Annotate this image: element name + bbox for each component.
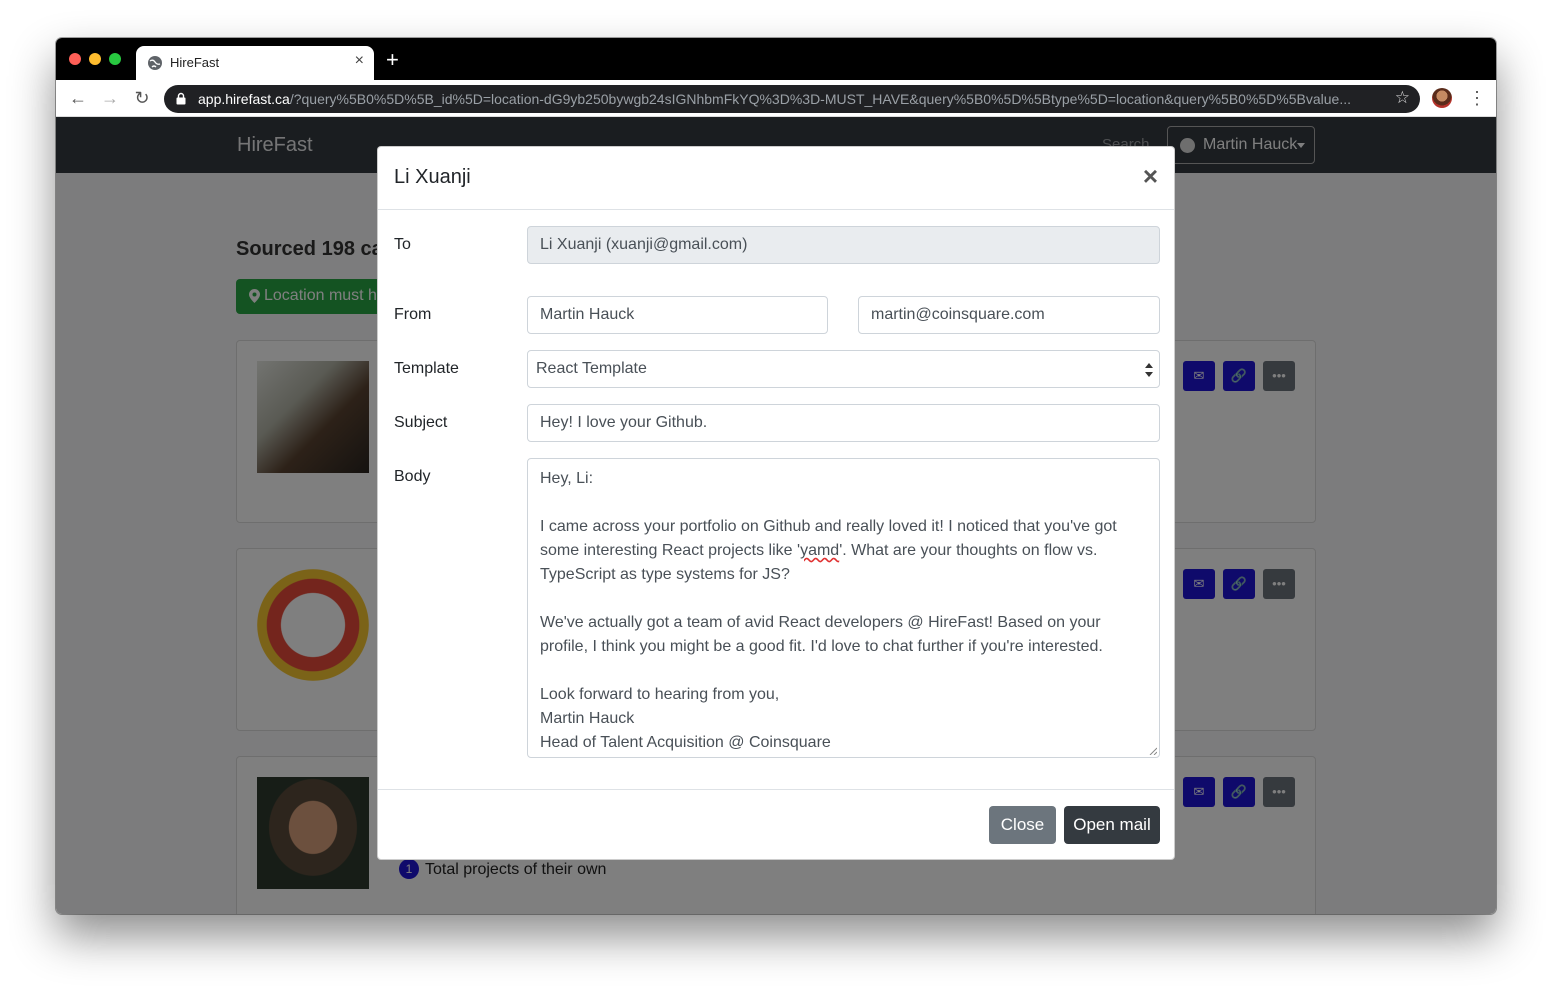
template-selected-value: React Template	[536, 360, 647, 377]
close-icon[interactable]: ×	[1143, 161, 1158, 192]
body-paragraph-2: We've actually got a team of avid React …	[540, 614, 1106, 655]
from-label: From	[394, 306, 432, 323]
browser-toolbar: ← → ↻ app.hirefast.ca/?query%5B0%5D%5B_i…	[56, 80, 1496, 117]
to-field: Li Xuanji (xuanji@gmail.com)	[527, 226, 1160, 264]
body-textarea[interactable]: Hey, Li: I came across your portfolio on…	[527, 458, 1160, 758]
subject-label: Subject	[394, 414, 448, 431]
subject-field[interactable]: Hey! I love your Github.	[527, 404, 1160, 442]
minimize-window-button[interactable]	[89, 53, 101, 65]
select-arrows-icon	[1145, 363, 1153, 377]
close-button[interactable]: Close	[989, 806, 1056, 844]
close-window-button[interactable]	[69, 53, 81, 65]
template-select[interactable]: React Template	[527, 350, 1160, 388]
resize-grip-icon[interactable]	[1149, 747, 1157, 755]
lock-icon	[176, 92, 186, 105]
url-text: app.hirefast.ca/?query%5B0%5D%5B_id%5D=l…	[198, 91, 1378, 107]
address-bar[interactable]: app.hirefast.ca/?query%5B0%5D%5B_id%5D=l…	[164, 85, 1420, 113]
globe-icon	[148, 56, 162, 70]
modal-footer: Close Open mail	[378, 789, 1174, 859]
misspelled-word: yamd	[800, 542, 840, 559]
body-signoff: Look forward to hearing from you,	[540, 686, 780, 703]
tab-close-icon[interactable]: ×	[355, 52, 364, 70]
email-modal: Li Xuanji × To Li Xuanji (xuanji@gmail.c…	[377, 146, 1175, 860]
new-tab-button[interactable]: +	[386, 49, 399, 71]
body-signature-name: Martin Hauck	[540, 710, 635, 727]
body-signature-title: Head of Talent Acquisition @ Coinsquare	[540, 734, 831, 751]
browser-window: HireFast × + ← → ↻ app.hirefast.ca/?quer…	[56, 38, 1496, 914]
open-mail-button[interactable]: Open mail	[1064, 806, 1160, 844]
body-paragraph-1: I came across your portfolio on Github a…	[540, 518, 1121, 583]
template-label: Template	[394, 360, 459, 377]
to-label: To	[394, 236, 411, 253]
url-query: /?query%5B0%5D%5B_id%5D=location-dG9yb25…	[289, 91, 1352, 107]
forward-arrow-icon[interactable]: →	[100, 88, 120, 108]
bookmark-star-icon[interactable]: ☆	[1395, 88, 1410, 108]
from-name-field[interactable]: Martin Hauck	[527, 296, 828, 334]
tab-title: HireFast	[170, 55, 220, 70]
browser-tab[interactable]: HireFast ×	[136, 46, 374, 80]
tab-strip: HireFast × +	[56, 38, 1496, 80]
modal-header: Li Xuanji ×	[378, 147, 1174, 210]
maximize-window-button[interactable]	[109, 53, 121, 65]
modal-title: Li Xuanji	[394, 166, 471, 188]
body-greeting: Hey, Li:	[540, 470, 594, 487]
profile-avatar[interactable]	[1432, 88, 1452, 108]
reload-icon[interactable]: ↻	[132, 88, 152, 108]
from-email-field[interactable]: martin@coinsquare.com	[858, 296, 1160, 334]
url-host: app.hirefast.ca	[198, 91, 290, 107]
browser-menu-icon[interactable]: ⋮	[1468, 87, 1486, 109]
back-arrow-icon[interactable]: ←	[68, 88, 88, 108]
body-label: Body	[394, 468, 431, 485]
page-content: HireFast Search Martin Hauck Sourced 198…	[56, 117, 1496, 914]
